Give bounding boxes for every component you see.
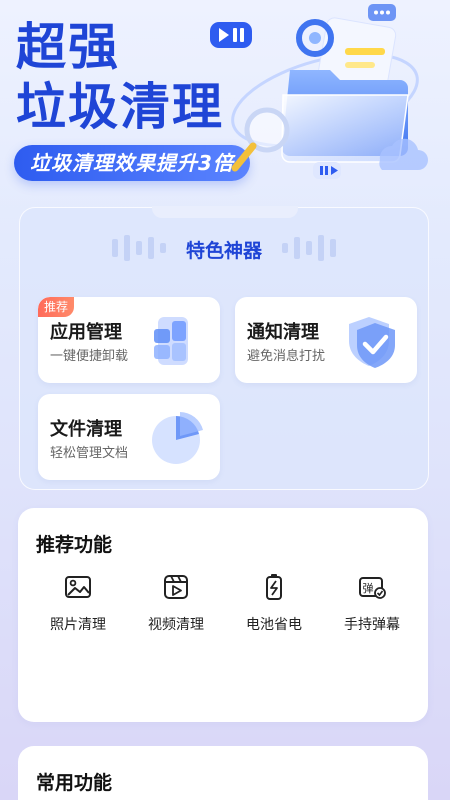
recommend-badge: 推荐 [38, 297, 75, 317]
danmaku-icon: 弹 [359, 577, 386, 599]
rec-item-photo-clean[interactable]: 照片清理 [29, 572, 127, 634]
pie-file-icon [152, 412, 203, 464]
card-file-clean[interactable]: 文件清理 轻松管理文档 [38, 394, 220, 480]
rec-item-label: 视频清理 [148, 617, 204, 633]
rec-item-video-clean[interactable]: 视频清理 [127, 572, 225, 634]
hero-banner: 超强 垃圾清理 垃圾清理效果提升3倍 [0, 0, 450, 210]
shield-check-icon [349, 317, 395, 368]
recommended-list: 照片清理 视频清理 电池省电 弹 手持弹幕 [18, 572, 428, 634]
feature-panel-title: 特色神器 [185, 240, 262, 262]
svg-text:弹: 弹 [363, 581, 374, 595]
hero-title-line1: 超强 [16, 18, 120, 76]
hero-title-line2: 垃圾清理 [16, 78, 224, 136]
feature-tools-panel: 特色神器 推荐 应用管理 一键便捷卸载 通知清理 避免消息打扰 文件清理 轻松管… [19, 206, 429, 490]
rec-item-label: 照片清理 [50, 617, 106, 633]
recommended-panel: 推荐功能 照片清理 视频清理 电池省电 弹 手持弹幕 [18, 508, 428, 722]
card-subtitle: 一键便捷卸载 [50, 349, 129, 364]
recommended-title: 推荐功能 [36, 534, 113, 556]
card-notification-clean[interactable]: 通知清理 避免消息打扰 [235, 297, 417, 383]
rec-item-danmaku[interactable]: 弹 手持弹幕 [323, 572, 421, 634]
rec-item-label: 手持弹幕 [344, 617, 400, 633]
battery-icon [266, 574, 282, 600]
card-app-manage[interactable]: 推荐 应用管理 一键便捷卸载 [38, 297, 220, 383]
card-title: 应用管理 [50, 322, 122, 343]
rec-item-label: 电池省电 [246, 617, 302, 633]
common-functions-panel: 常用功能 [18, 746, 428, 800]
photo-icon [65, 576, 91, 598]
card-title: 文件清理 [50, 419, 122, 440]
card-title: 通知清理 [247, 322, 319, 343]
card-subtitle: 轻松管理文档 [50, 446, 129, 461]
card-subtitle: 避免消息打扰 [247, 349, 326, 364]
video-icon [164, 575, 188, 599]
app-manage-icon [154, 317, 188, 365]
hero-illustration [210, 4, 428, 179]
rec-item-battery-save[interactable]: 电池省电 [225, 572, 323, 634]
panel-notch [152, 206, 298, 218]
common-title: 常用功能 [36, 772, 113, 794]
